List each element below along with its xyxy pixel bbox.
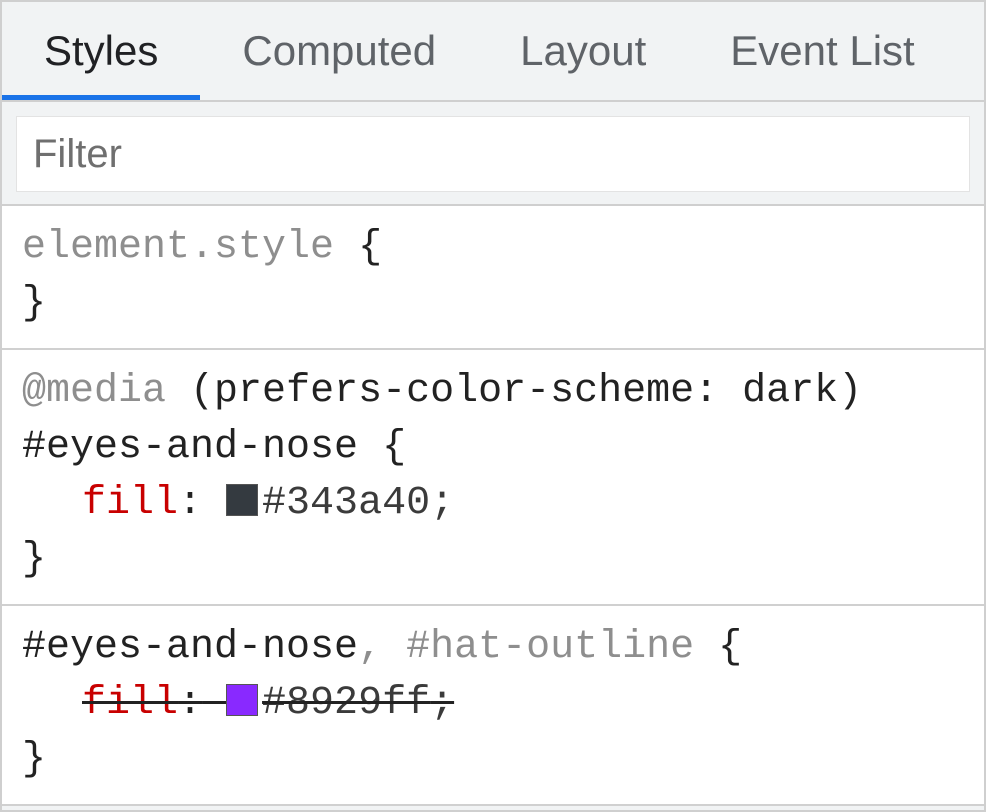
rule-base[interactable]: #eyes-and-nose, #hat-outline { fill: #89… <box>2 606 984 806</box>
open-brace: { <box>382 425 406 470</box>
tab-event-listeners[interactable]: Event List <box>688 2 956 100</box>
colon: : <box>178 481 202 526</box>
at-media-keyword: @media <box>22 369 166 414</box>
tab-layout[interactable]: Layout <box>478 2 688 100</box>
tabs-bar: Styles Computed Layout Event List <box>2 2 984 102</box>
color-swatch-icon[interactable] <box>226 484 258 516</box>
tab-styles[interactable]: Styles <box>2 2 200 100</box>
selector-hat-outline[interactable]: #hat-outline <box>406 625 694 670</box>
rule-selector-line: #eyes-and-nose, #hat-outline { <box>22 620 964 676</box>
selector-element-style[interactable]: element.style <box>22 225 334 270</box>
open-brace-char: { <box>358 225 382 270</box>
selector-comma: , <box>358 625 406 670</box>
close-brace-line: } <box>22 276 964 332</box>
color-swatch-icon[interactable] <box>226 684 258 716</box>
rule-selector-line: #eyes-and-nose { <box>22 420 964 476</box>
property-fill[interactable]: fill <box>82 481 178 526</box>
declaration-fill-overridden[interactable]: fill: #8929ff; <box>22 676 964 732</box>
selector-eyes-and-nose[interactable]: #eyes-and-nose <box>22 625 358 670</box>
rule-element-style[interactable]: element.style { } <box>2 206 984 350</box>
open-brace: { <box>718 625 742 670</box>
filter-input[interactable] <box>16 116 970 192</box>
close-brace: } <box>22 281 46 326</box>
close-brace-line: } <box>22 532 964 588</box>
selector-eyes-and-nose[interactable]: #eyes-and-nose <box>22 425 358 470</box>
semicolon: ; <box>430 681 454 726</box>
value-fill[interactable]: #343a40 <box>262 481 430 526</box>
declaration-fill[interactable]: fill: #343a40; <box>22 476 964 532</box>
rule-media-dark[interactable]: @media (prefers-color-scheme: dark) #eye… <box>2 350 984 606</box>
filter-bar <box>2 102 984 206</box>
close-brace-line: } <box>22 732 964 788</box>
close-brace: } <box>22 737 46 782</box>
close-brace: } <box>22 537 46 582</box>
tab-computed[interactable]: Computed <box>200 2 478 100</box>
property-fill[interactable]: fill <box>82 681 178 726</box>
value-fill[interactable]: #8929ff <box>262 681 430 726</box>
overridden-declaration: fill: #8929ff; <box>82 681 454 726</box>
media-condition-text: (prefers-color-scheme: dark) <box>190 369 862 414</box>
rules-list: element.style { } @media (prefers-color-… <box>2 206 984 810</box>
colon: : <box>178 681 202 726</box>
styles-panel: Styles Computed Layout Event List elemen… <box>0 0 986 812</box>
semicolon: ; <box>430 481 454 526</box>
media-line: @media (prefers-color-scheme: dark) <box>22 364 964 420</box>
rule-selector-line: element.style { <box>22 220 964 276</box>
